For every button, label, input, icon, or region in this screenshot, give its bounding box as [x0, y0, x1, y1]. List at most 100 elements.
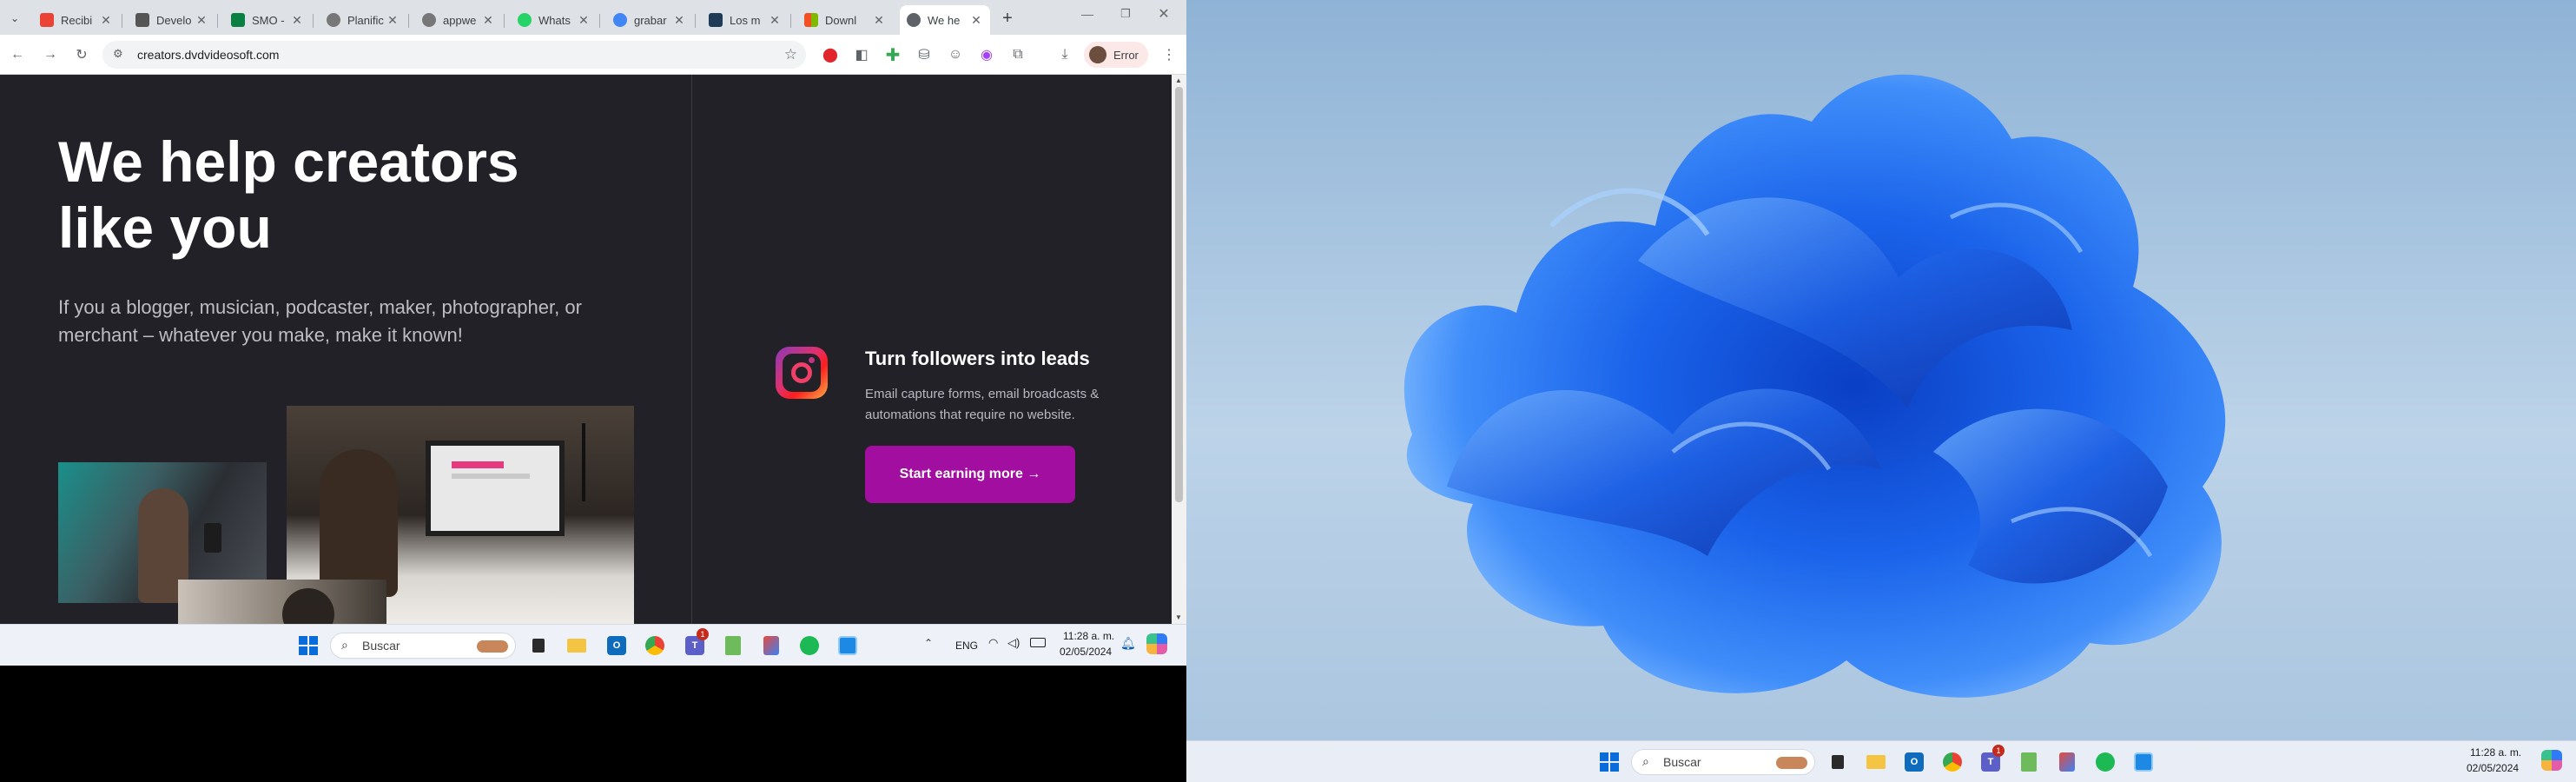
- scroll-down-arrow[interactable]: ▼: [1175, 613, 1182, 621]
- windows-start-icon[interactable]: [296, 633, 320, 658]
- close-icon[interactable]: ✕: [872, 13, 886, 27]
- close-icon[interactable]: ✕: [577, 13, 591, 27]
- taskbar-search-input[interactable]: ⌕ Buscar: [1631, 749, 1815, 775]
- tab-9-active[interactable]: We he ✕: [900, 5, 990, 35]
- minimize-button[interactable]: —: [1075, 7, 1100, 28]
- quick-assist-icon[interactable]: [2131, 750, 2156, 774]
- hero-subtitle: If you a blogger, musician, podcaster, m…: [58, 296, 582, 346]
- translate-extension-icon[interactable]: ⛁: [912, 43, 936, 67]
- tab-0[interactable]: Recibi ✕: [33, 5, 120, 35]
- close-icon[interactable]: ✕: [386, 13, 400, 27]
- developer-icon: [135, 13, 149, 27]
- scroll-thumb[interactable]: [1175, 87, 1183, 502]
- left-monitor: ⌄ Recibi ✕ Develo ✕ SMO - ✕ Planific ✕ a…: [0, 0, 1186, 782]
- avatar: [1089, 46, 1106, 63]
- file-explorer-icon[interactable]: [565, 633, 589, 658]
- opera-extension-icon[interactable]: ⬤: [818, 43, 842, 67]
- page-viewport: We help creators like you If you a blogg…: [0, 75, 1172, 624]
- smo-icon: [231, 13, 245, 27]
- notification-bell-icon[interactable]: 🔔︎: [1120, 636, 1136, 651]
- battery-icon[interactable]: [1030, 638, 1046, 647]
- tab-5[interactable]: Whats ✕: [511, 5, 598, 35]
- teams-icon[interactable]: T 1: [683, 628, 709, 658]
- notepad-icon[interactable]: [721, 633, 745, 658]
- page-scrollbar[interactable]: ▲ ▼: [1172, 75, 1186, 624]
- reader-extension-icon[interactable]: ◧: [849, 43, 874, 67]
- wifi-icon[interactable]: ◠: [988, 636, 998, 650]
- taskbar-left: ⌕ Buscar O T 1 ⌃ ENG ◠ ◁) 11:28 a. m. 02…: [0, 624, 1186, 666]
- profile-error-chip[interactable]: Error: [1084, 42, 1148, 68]
- volume-icon[interactable]: ◁): [1007, 636, 1020, 650]
- notepad-icon[interactable]: [2017, 750, 2041, 774]
- copilot-icon[interactable]: [1146, 633, 1167, 654]
- chrome-icon[interactable]: [643, 633, 667, 658]
- close-icon[interactable]: ✕: [99, 13, 113, 27]
- bookmark-star-icon[interactable]: ☆: [784, 46, 797, 63]
- tab-6[interactable]: grabar ✕: [606, 5, 693, 35]
- tab-8[interactable]: Downl ✕: [797, 5, 893, 35]
- tab-3[interactable]: Planific ✕: [320, 5, 406, 35]
- face-extension-icon[interactable]: ☺: [943, 43, 968, 67]
- task-view-icon[interactable]: [1826, 750, 1850, 774]
- browser-toolbar: ← → ↻ ⚙ creators.dvdvideosoft.com ☆ ⬤ ◧ …: [0, 35, 1186, 75]
- download-icon[interactable]: ⤓: [1053, 43, 1077, 67]
- green-extension-icon[interactable]: ✚: [881, 43, 905, 67]
- tab-2[interactable]: SMO - ✕: [224, 5, 311, 35]
- gmail-icon: [40, 13, 54, 27]
- file-explorer-icon[interactable]: [1864, 750, 1888, 774]
- clock-time[interactable]: 11:28 a. m.: [2470, 746, 2521, 759]
- monitor-shape: [426, 441, 565, 536]
- tab-1[interactable]: Develo ✕: [129, 5, 215, 35]
- snipping-tool-icon[interactable]: [2055, 750, 2079, 774]
- taskbar-search-input[interactable]: ⌕ Buscar: [330, 633, 516, 659]
- clock-date[interactable]: 02/05/2024: [1060, 646, 1112, 658]
- copilot-icon[interactable]: [2541, 750, 2562, 771]
- bookmark-icon: [709, 13, 723, 27]
- back-icon[interactable]: ←: [5, 43, 30, 67]
- close-window-button[interactable]: ✕: [1152, 5, 1176, 26]
- show-hidden-icons-chevron[interactable]: ⌃: [924, 637, 933, 649]
- task-view-icon[interactable]: [526, 633, 551, 658]
- close-icon[interactable]: ✕: [969, 13, 983, 27]
- site-info-icon[interactable]: ⚙: [113, 47, 123, 61]
- close-icon[interactable]: ✕: [672, 13, 686, 27]
- search-icon: ⌕: [1642, 754, 1649, 768]
- menu-kebab-icon[interactable]: ⋮: [1157, 43, 1181, 67]
- close-icon[interactable]: ✕: [481, 13, 495, 27]
- phone-shape: [204, 523, 221, 553]
- clock-time[interactable]: 11:28 a. m.: [1063, 630, 1114, 642]
- snipping-tool-icon[interactable]: [759, 633, 783, 658]
- color-extension-icon[interactable]: ◉: [974, 43, 999, 67]
- address-bar[interactable]: ⚙ creators.dvdvideosoft.com ☆: [102, 41, 806, 69]
- close-icon[interactable]: ✕: [290, 13, 304, 27]
- right-monitor-desktop: ⌕ Buscar O T 1 11:28 a. m. 02/05/2024: [1186, 0, 2576, 782]
- close-icon[interactable]: ✕: [768, 13, 782, 27]
- extensions-puzzle-icon[interactable]: ⧉: [1006, 43, 1030, 67]
- outlook-icon[interactable]: O: [604, 633, 629, 658]
- spotify-icon[interactable]: [2093, 750, 2117, 774]
- instagram-icon: [776, 347, 828, 399]
- restore-button[interactable]: ❐: [1113, 7, 1138, 28]
- chrome-icon[interactable]: [1940, 750, 1965, 774]
- scroll-up-arrow[interactable]: ▲: [1175, 76, 1182, 84]
- close-icon[interactable]: ✕: [195, 13, 208, 27]
- globe-icon: [907, 13, 921, 27]
- spotify-icon[interactable]: [797, 633, 822, 658]
- tab-7[interactable]: Los m ✕: [702, 5, 789, 35]
- tab-4[interactable]: appwe ✕: [415, 5, 502, 35]
- windows-bloom-wallpaper: [1404, 74, 2226, 698]
- notification-badge: 1: [1992, 745, 2005, 757]
- start-earning-button[interactable]: Start earning more →: [865, 446, 1075, 503]
- quick-assist-icon[interactable]: [836, 633, 860, 658]
- taskbar-right: ⌕ Buscar O T 1 11:28 a. m. 02/05/2024: [1186, 740, 2576, 782]
- outlook-icon[interactable]: O: [1902, 750, 1926, 774]
- person-silhouette: [320, 449, 398, 597]
- tab-search-icon[interactable]: ⌄: [5, 9, 24, 28]
- language-indicator[interactable]: ENG: [955, 640, 978, 652]
- forward-icon[interactable]: →: [38, 43, 63, 67]
- reload-icon[interactable]: ↻: [69, 43, 94, 67]
- teams-icon[interactable]: T 1: [1978, 745, 2005, 774]
- clock-date[interactable]: 02/05/2024: [2467, 762, 2519, 774]
- new-tab-button[interactable]: +: [997, 9, 1018, 30]
- windows-start-icon[interactable]: [1597, 750, 1622, 774]
